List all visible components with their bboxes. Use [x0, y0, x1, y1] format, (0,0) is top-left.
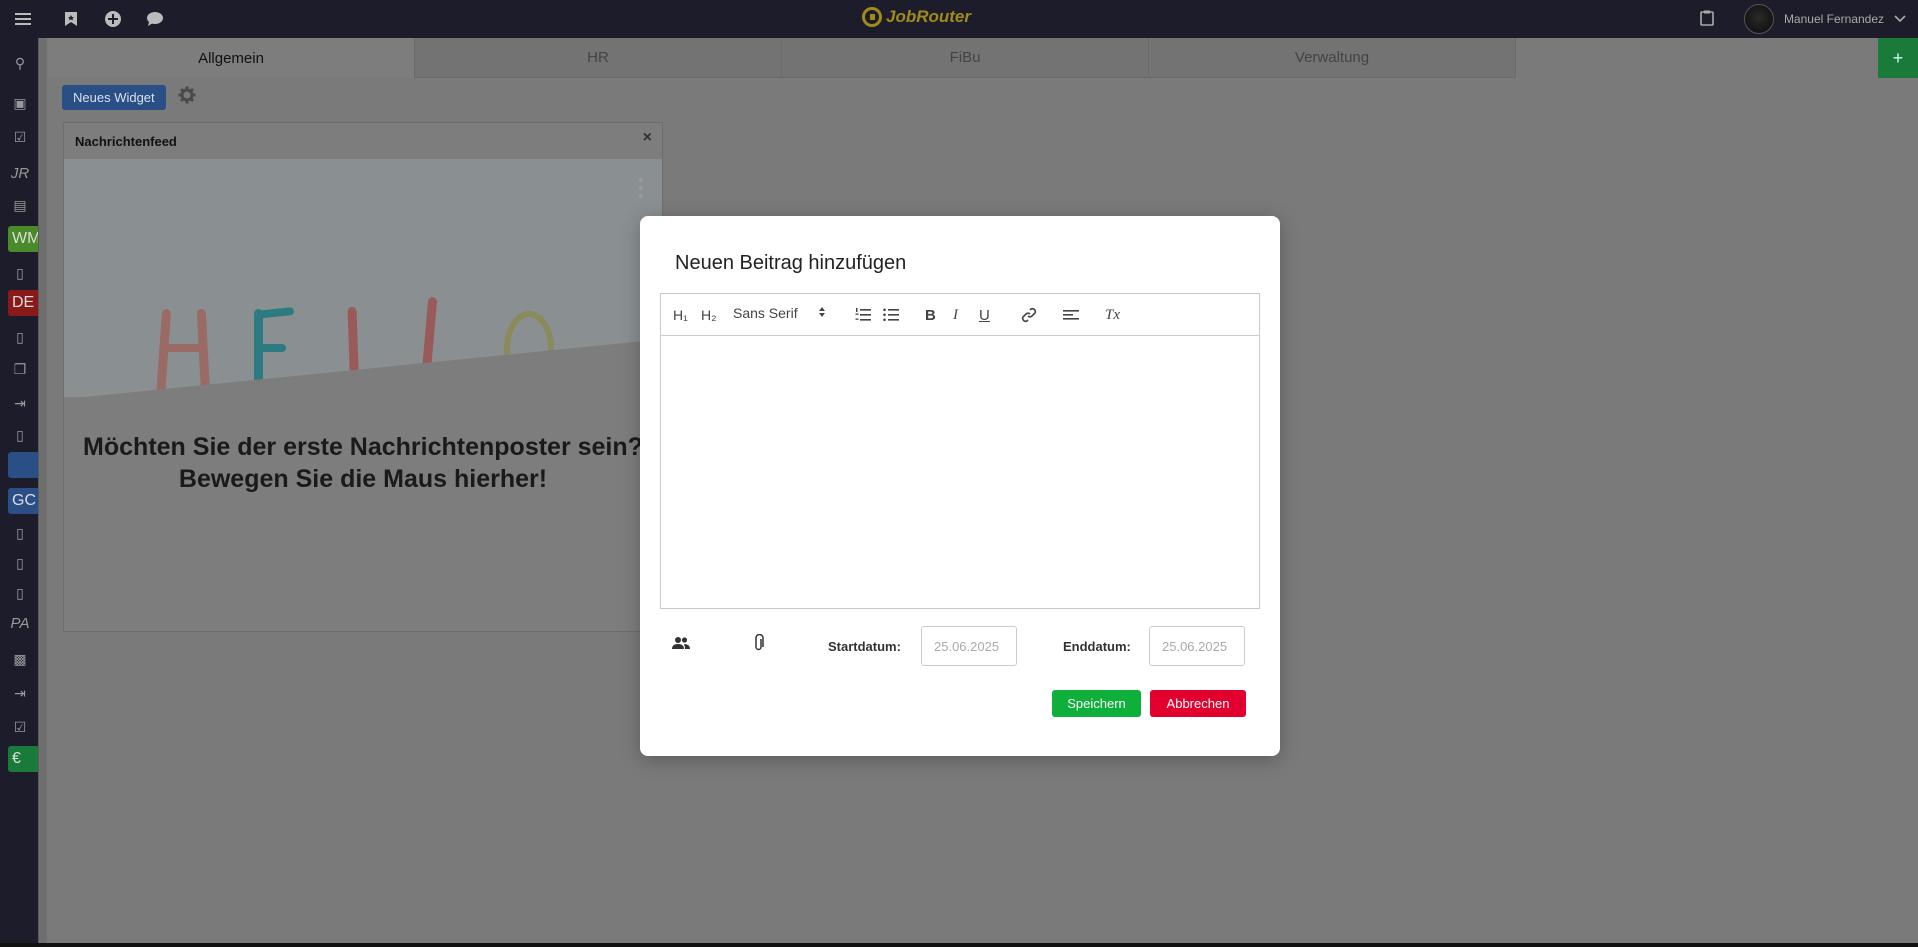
start-date-label: Startdatum:	[828, 639, 901, 654]
hero-divider	[64, 339, 662, 397]
italic-button[interactable]: I	[953, 304, 958, 326]
small-box-icon[interactable]: ▯	[6, 260, 34, 286]
tab-hr[interactable]: HR	[415, 38, 782, 78]
dashboard-tabs: Allgemein HR FiBu Verwaltung +	[48, 38, 1918, 78]
bottom-edge	[0, 943, 1918, 947]
news-feed-widget: Nachrichtenfeed × • • • Möchten Sie der er…	[63, 122, 663, 632]
empty-feed-message[interactable]: Möchten Sie der erste Nachrichtenposter …	[64, 431, 662, 495]
avatar[interactable]	[1743, 4, 1774, 34]
sidebar-item-€[interactable]: €	[8, 746, 38, 772]
font-family-select[interactable]: Sans Serif	[733, 305, 826, 321]
small-box-icon[interactable]: ▯	[6, 422, 34, 448]
chat-icon[interactable]	[144, 8, 166, 30]
editor-content-area[interactable]	[661, 336, 1259, 609]
login-icon[interactable]: ⇥	[6, 680, 34, 706]
widget-header: Nachrichtenfeed ×	[64, 123, 662, 159]
clear-format-button[interactable]: Tx	[1105, 304, 1120, 326]
add-tab-button[interactable]: +	[1878, 38, 1918, 78]
document-edit-icon[interactable]: ▤	[6, 192, 34, 218]
close-icon[interactable]: ×	[643, 129, 652, 147]
documents-icon[interactable]: ❐	[6, 356, 34, 382]
search-icon[interactable]: ⚲	[6, 50, 34, 76]
small-box-icon[interactable]: ▯	[6, 580, 34, 606]
editor-toolbar: H₁ H₂ Sans Serif B I U Tx	[661, 294, 1259, 336]
dialog-title: Neuen Beitrag hinzufügen	[675, 252, 907, 274]
sidebar-item-gc[interactable]: GC	[8, 488, 38, 514]
save-button[interactable]: Speichern	[1052, 690, 1141, 717]
people-icon[interactable]	[672, 634, 690, 655]
app-logo[interactable]: JobRouter	[862, 7, 971, 27]
paperclip-icon[interactable]	[754, 633, 764, 657]
sidebar-item-jr[interactable]: JR	[6, 160, 34, 186]
clipboard-icon[interactable]	[1700, 10, 1714, 29]
empty-feed-line-2: Bewegen Sie die Maus hierher!	[178, 465, 548, 493]
id-badge-icon[interactable]: ▩	[6, 646, 34, 672]
widget-title: Nachrichtenfeed	[75, 133, 177, 149]
select-arrows-icon	[818, 305, 826, 321]
tab-fibu[interactable]: FiBu	[782, 38, 1149, 78]
menu-icon[interactable]	[12, 8, 34, 30]
new-post-dialog: Neuen Beitrag hinzufügen H₁ H₂ Sans Seri…	[640, 216, 1280, 756]
underline-button[interactable]: U	[979, 304, 990, 326]
user-area: Manuel Fernandez	[1700, 0, 1906, 38]
ordered-list-icon[interactable]	[855, 304, 871, 326]
add-circle-icon[interactable]	[102, 8, 124, 30]
tab-verwaltung[interactable]: Verwaltung	[1149, 38, 1516, 78]
heading2-button[interactable]: H₂	[701, 304, 717, 326]
small-box-icon[interactable]: ▯	[6, 520, 34, 546]
align-left-icon[interactable]	[1063, 304, 1079, 326]
sidebar-item-wm[interactable]: WM	[8, 226, 40, 252]
user-name[interactable]: Manuel Fernandez	[1784, 12, 1884, 26]
sidebar-divider	[38, 38, 47, 947]
small-box-icon[interactable]: ▯	[6, 550, 34, 576]
end-date-label: Enddatum:	[1063, 639, 1131, 654]
small-box-icon[interactable]: ▯	[6, 324, 34, 350]
post-options-row: Startdatum: Enddatum:	[660, 626, 1260, 666]
jobrouter-logo-icon	[862, 7, 882, 27]
chevron-down-icon[interactable]	[1894, 12, 1906, 26]
hello-image: • • •	[64, 159, 662, 397]
bullet-list-icon[interactable]	[883, 304, 899, 326]
top-bar: JobRouter Manuel Fernandez	[0, 0, 1918, 38]
rich-text-editor: H₁ H₂ Sans Serif B I U Tx	[660, 293, 1260, 609]
task-done-icon[interactable]: ☑	[6, 124, 34, 150]
end-date-input[interactable]	[1149, 626, 1245, 666]
link-icon[interactable]	[1021, 304, 1037, 326]
cancel-button[interactable]: Abbrechen	[1150, 690, 1246, 717]
left-sidebar: ⚲ ▣ ☑ JR ▤ WM ▯ DE ▯ ❐ ⇥ ▯ GC ▯ ▯ ▯ PA ▩ ⇥ ☑ €	[0, 38, 40, 947]
heading1-button[interactable]: H₁	[673, 304, 688, 326]
tab-allgemein[interactable]: Allgemein	[48, 38, 415, 78]
gear-icon[interactable]	[178, 86, 196, 110]
inbox-icon[interactable]: ▣	[6, 90, 34, 116]
sidebar-item-documents[interactable]	[8, 452, 38, 478]
start-date-input[interactable]	[921, 626, 1017, 666]
login-icon[interactable]: ⇥	[6, 390, 34, 416]
sidebar-item-de[interactable]: DE	[8, 290, 38, 316]
bookmark-icon[interactable]	[60, 8, 82, 30]
empty-feed-line-1: Möchten Sie der erste Nachrichtenposter …	[83, 433, 643, 461]
logo-text: JobRouter	[886, 7, 971, 26]
kebab-menu-icon[interactable]: • • •	[638, 173, 644, 205]
sidebar-item-pa[interactable]: PA	[6, 610, 34, 636]
clipboard-check-icon[interactable]: ☑	[6, 714, 34, 740]
font-family-value: Sans Serif	[733, 305, 798, 321]
new-widget-button[interactable]: Neues Widget	[62, 85, 166, 110]
bold-button[interactable]: B	[925, 304, 936, 326]
